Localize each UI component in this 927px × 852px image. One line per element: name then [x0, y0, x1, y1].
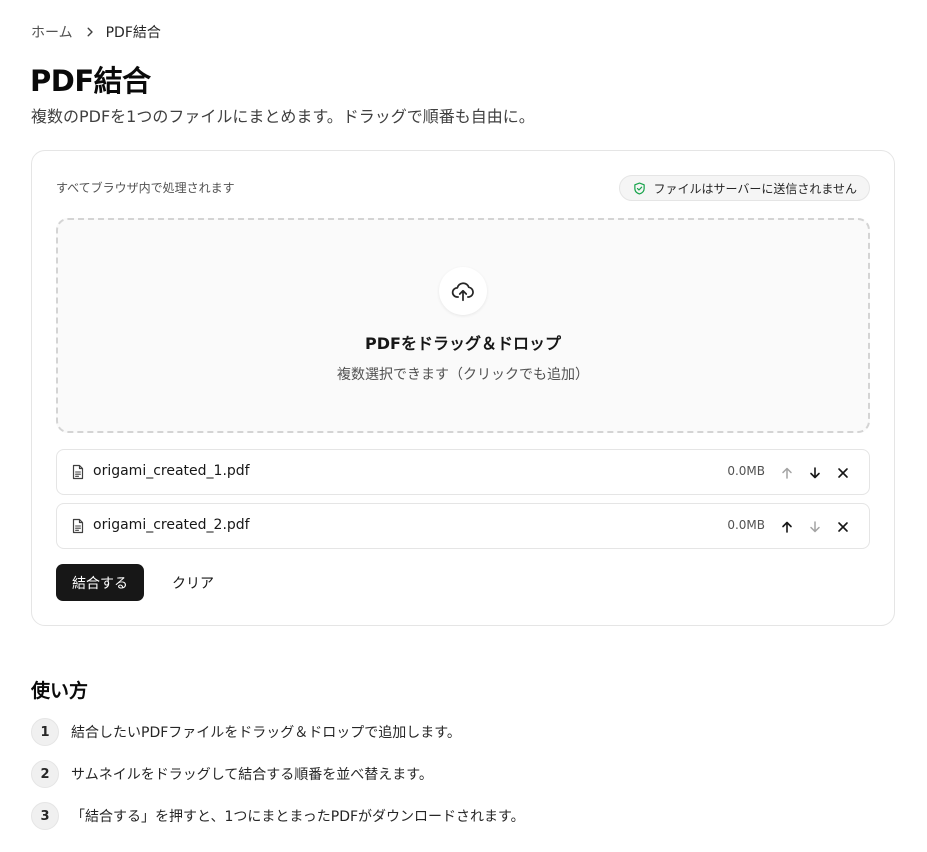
file-name: origami_created_2.pdf	[93, 517, 250, 533]
howto-step: 1 結合したいPDFファイルをドラッグ＆ドロップで追加します。	[31, 718, 461, 746]
file-size: 0.0MB	[727, 518, 765, 532]
shield-check-icon	[633, 182, 646, 195]
step-number: 3	[31, 802, 59, 830]
remove-file-button[interactable]	[831, 515, 855, 539]
step-number: 2	[31, 760, 59, 788]
move-up-button[interactable]	[775, 515, 799, 539]
merge-card: すべてブラウザ内で処理されます ファイルはサーバーに送信されません PDFをドラ…	[31, 150, 895, 626]
remove-file-button[interactable]	[831, 461, 855, 485]
file-name: origami_created_1.pdf	[93, 463, 250, 479]
step-text: 「結合する」を押すと、1つにまとまったPDFがダウンロードされます。	[71, 809, 525, 825]
privacy-badge: ファイルはサーバーに送信されません	[619, 175, 870, 201]
howto-step: 3 「結合する」を押すと、1つにまとまったPDFがダウンロードされます。	[31, 802, 525, 830]
upload-cloud-icon	[439, 267, 487, 315]
step-text: サムネイルをドラッグして結合する順番を並べ替えます。	[71, 767, 433, 783]
file-text-icon	[70, 518, 86, 534]
chevron-right-icon	[82, 24, 98, 40]
clear-button[interactable]: クリア	[156, 564, 230, 601]
file-dropzone[interactable]: PDFをドラッグ＆ドロップ 複数選択できます（クリックでも追加）	[56, 218, 870, 433]
arrow-up-icon	[782, 521, 792, 533]
privacy-badge-label: ファイルはサーバーに送信されません	[653, 181, 857, 196]
merge-button[interactable]: 結合する	[56, 564, 144, 601]
breadcrumb-current: PDF結合	[105, 25, 161, 41]
step-number: 1	[31, 718, 59, 746]
file-row: origami_created_2.pdf 0.0MB	[56, 503, 870, 549]
howto-title: 使い方	[31, 680, 89, 702]
move-down-button[interactable]	[803, 461, 827, 485]
breadcrumb-home-link[interactable]: ホーム	[31, 22, 73, 42]
howto-step: 2 サムネイルをドラッグして結合する順番を並べ替えます。	[31, 760, 433, 788]
step-text: 結合したいPDFファイルをドラッグ＆ドロップで追加します。	[71, 725, 461, 741]
close-icon	[838, 522, 848, 532]
close-icon	[838, 468, 848, 478]
arrow-up-icon	[782, 467, 792, 479]
page-description: 複数のPDFを1つのファイルにまとめます。ドラッグで順番も自由に。	[31, 107, 535, 126]
breadcrumb: ホーム PDF結合	[31, 22, 161, 42]
dropzone-title: PDFをドラッグ＆ドロップ	[365, 334, 561, 353]
move-up-button[interactable]	[775, 461, 799, 485]
move-down-button[interactable]	[803, 515, 827, 539]
arrow-down-icon	[810, 467, 820, 479]
arrow-down-icon	[810, 521, 820, 533]
dropzone-subtitle: 複数選択できます（クリックでも追加）	[337, 367, 589, 383]
file-size: 0.0MB	[727, 464, 765, 478]
file-text-icon	[70, 464, 86, 480]
page-title: PDF結合	[30, 64, 151, 98]
processing-note: すべてブラウザ内で処理されます	[56, 181, 235, 195]
file-row: origami_created_1.pdf 0.0MB	[56, 449, 870, 495]
